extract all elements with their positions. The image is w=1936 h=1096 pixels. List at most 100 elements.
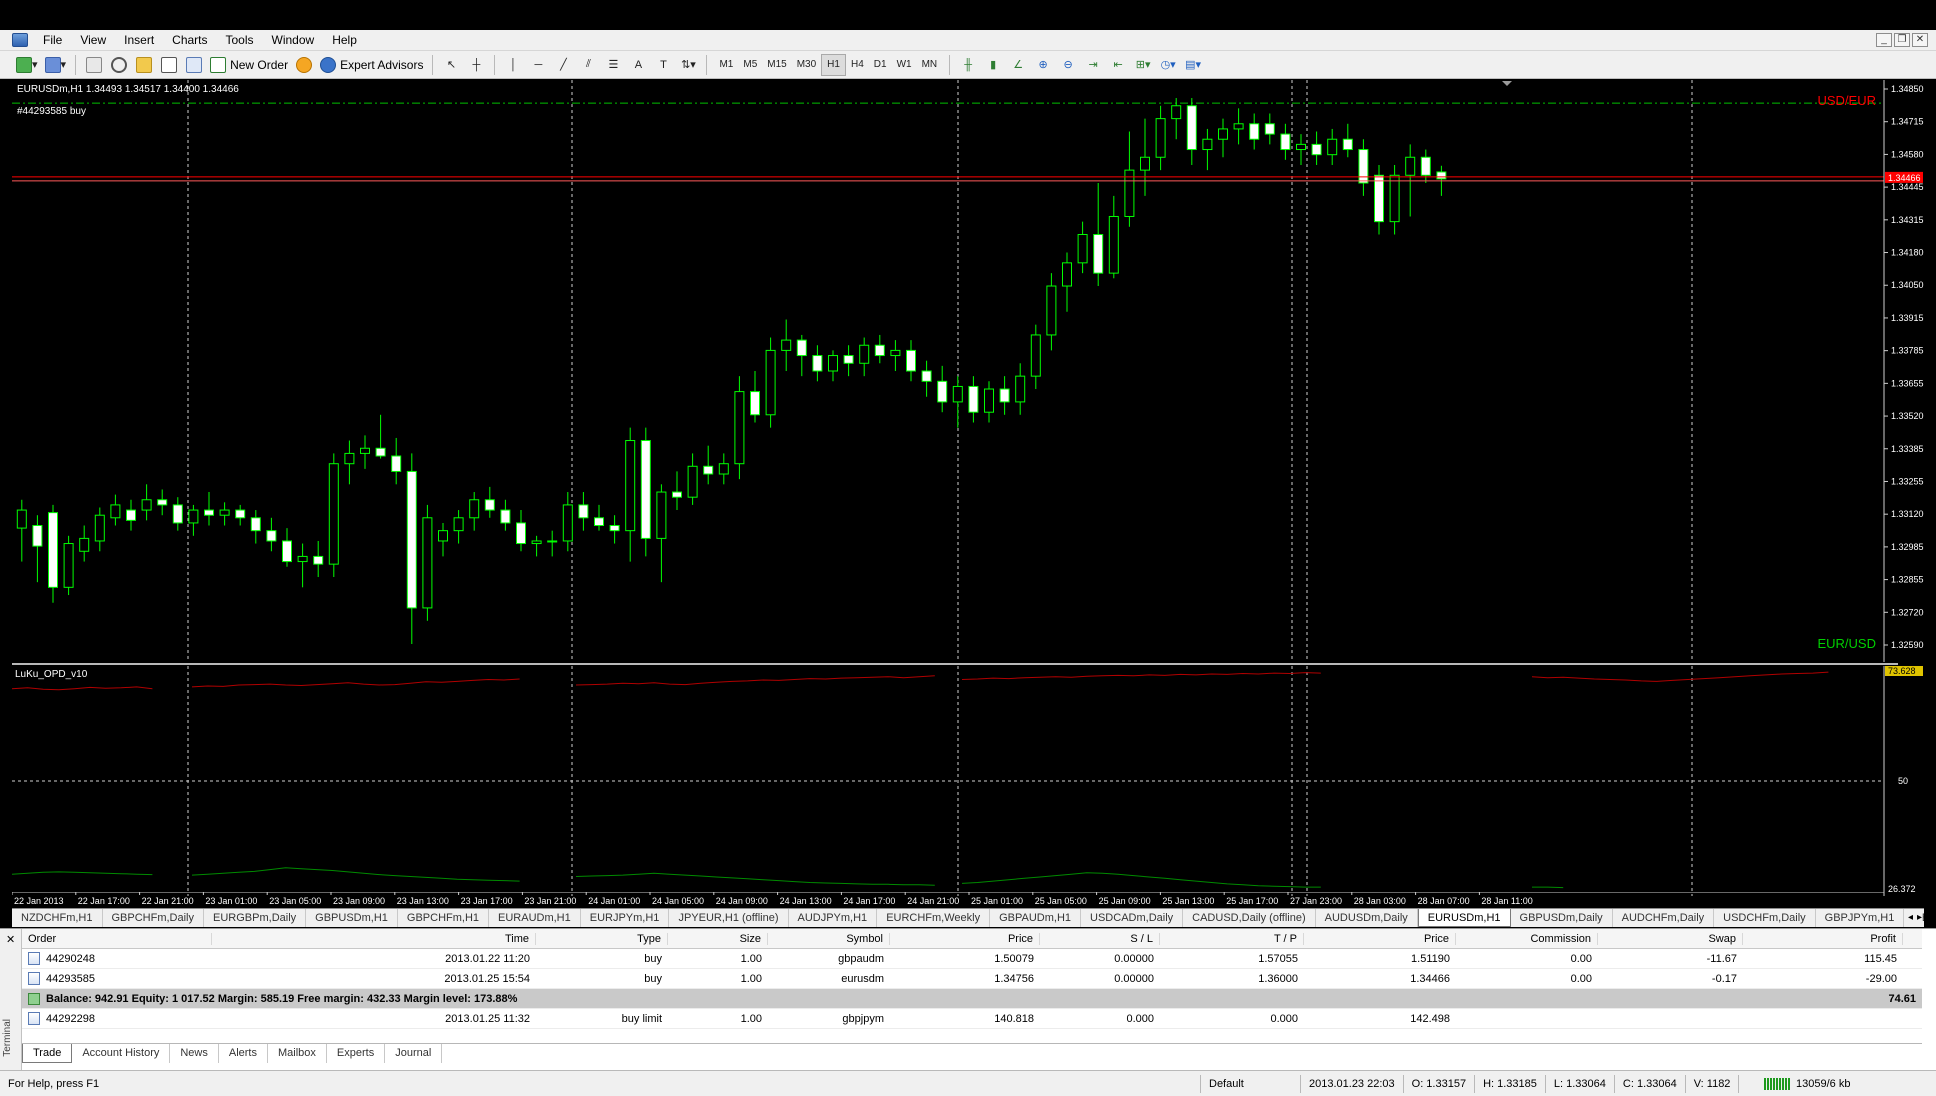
chart-tab[interactable]: EURUSDm,H1	[1417, 909, 1511, 927]
timeframe-h1[interactable]: H1	[821, 53, 846, 76]
horizontal-line-tool[interactable]: ─	[527, 54, 549, 76]
crosshair-tool[interactable]: ┼	[465, 54, 487, 76]
timeframe-m15[interactable]: M15	[762, 54, 791, 76]
expert-advisors-button[interactable]: Expert Advisors	[318, 54, 425, 76]
vertical-line-tool[interactable]: │	[502, 54, 524, 76]
col-current-price[interactable]: Price	[1304, 932, 1456, 945]
terminal-tab-alerts[interactable]: Alerts	[219, 1044, 268, 1063]
menu-file[interactable]: File	[34, 30, 71, 51]
chart-tab[interactable]: AUDJPYm,H1	[789, 909, 878, 927]
chart-tab[interactable]: GBPAUDm,H1	[990, 909, 1082, 927]
zoom-in-button[interactable]: ⊕	[1032, 54, 1054, 76]
chart-window[interactable]: 1.34850 1.34715 1.34580 1.34445 1.34315 1.341…	[12, 80, 1924, 906]
col-tp[interactable]: T / P	[1160, 932, 1304, 945]
chart-shift-button[interactable]: ⇤	[1107, 54, 1129, 76]
timeframe-mn[interactable]: MN	[917, 54, 943, 76]
timeframe-m1[interactable]: M1	[714, 54, 738, 76]
chart-tab[interactable]: AUDUSDm,Daily	[1316, 909, 1418, 927]
chart-tab[interactable]: AUDCHFm,Daily	[1613, 909, 1715, 927]
chart-shift-marker[interactable]	[1502, 81, 1512, 86]
templates-button[interactable]: ▤▾	[1182, 54, 1204, 76]
close-icon[interactable]: ✕	[1912, 33, 1928, 47]
col-swap[interactable]: Swap	[1598, 932, 1743, 945]
order-row[interactable]: 44290248 2013.01.22 11:20 buy 1.00 gbpau…	[22, 949, 1922, 969]
chart-tab[interactable]: USDCADm,Daily	[1081, 909, 1184, 927]
order-row[interactable]: 44293585 2013.01.25 15:54 buy 1.00 eurus…	[22, 969, 1922, 989]
indicator-panel[interactable]: LuKu_OPD_v10 73.6285026.372	[12, 666, 1924, 896]
terminal-tab-experts[interactable]: Experts	[327, 1044, 386, 1063]
text-tool[interactable]: A	[627, 54, 649, 76]
restore-icon[interactable]: ❐	[1894, 33, 1910, 47]
arrows-tool[interactable]: ⇅▾	[677, 54, 699, 76]
menu-insert[interactable]: Insert	[115, 30, 163, 51]
timeframe-w1[interactable]: W1	[892, 54, 917, 76]
text-label-tool[interactable]: T	[652, 54, 674, 76]
terminal-tab-trade[interactable]: Trade	[22, 1044, 73, 1063]
new-order-button[interactable]: New Order	[208, 54, 290, 76]
fibonacci-tool[interactable]: ☰	[602, 54, 624, 76]
col-sl[interactable]: S / L	[1040, 932, 1160, 945]
chart-tab[interactable]: GBPCHFm,Daily	[103, 909, 205, 927]
status-connection[interactable]: 13059/6 kb	[1738, 1074, 1858, 1093]
periods-button[interactable]: ◷▾	[1157, 54, 1179, 76]
chart-tab[interactable]: GBPUSDm,H1	[306, 909, 398, 927]
chart-tab[interactable]: CADUSD,Daily (offline)	[1183, 909, 1316, 927]
col-profit[interactable]: Profit	[1743, 932, 1903, 945]
timeframe-m5[interactable]: M5	[738, 54, 762, 76]
minimize-icon[interactable]: _	[1876, 33, 1892, 47]
terminal-close-icon[interactable]: ✕	[6, 933, 15, 946]
col-commission[interactable]: Commission	[1456, 932, 1598, 945]
col-size[interactable]: Size	[668, 932, 768, 945]
col-price[interactable]: Price	[890, 932, 1040, 945]
col-time[interactable]: Time	[212, 932, 536, 945]
status-profile[interactable]: Default	[1200, 1074, 1300, 1093]
data-window-button[interactable]	[108, 54, 130, 76]
zoom-out-button[interactable]: ⊖	[1057, 54, 1079, 76]
col-symbol[interactable]: Symbol	[768, 932, 890, 945]
terminal-tab-news[interactable]: News	[170, 1044, 219, 1063]
chart-tab[interactable]: GBPCHFm,H1	[398, 909, 490, 927]
app-icon[interactable]	[12, 33, 28, 47]
tab-scroll-right-icon[interactable]: ▸	[1917, 909, 1922, 927]
terminal-tab-account-history[interactable]: Account History	[72, 1044, 171, 1063]
menu-help[interactable]: Help	[323, 30, 366, 51]
chart-tab[interactable]: USDCHFm,Daily	[1714, 909, 1816, 927]
candlestick-button[interactable]: ▮	[982, 54, 1004, 76]
market-watch-button[interactable]	[83, 54, 105, 76]
col-order[interactable]: Order	[22, 932, 212, 945]
autoscroll-button[interactable]: ⇥	[1082, 54, 1104, 76]
bar-chart-button[interactable]: ╫	[957, 54, 979, 76]
chart-tab[interactable]: JPYEUR,H1 (offline)	[669, 909, 789, 927]
chart-tab[interactable]: GBPJPYm,H1	[1816, 909, 1905, 927]
channel-tool[interactable]: ⫽	[577, 54, 599, 76]
terminal-tab-mailbox[interactable]: Mailbox	[268, 1044, 327, 1063]
metaeditor-button[interactable]	[293, 54, 315, 76]
chart-tab[interactable]: EURJPYm,H1	[581, 909, 670, 927]
terminal-tab-journal[interactable]: Journal	[385, 1044, 443, 1063]
terminal-button[interactable]	[158, 54, 180, 76]
profiles-button[interactable]: ▾	[43, 54, 69, 76]
timeframe-d1[interactable]: D1	[869, 54, 892, 76]
trendline-tool[interactable]: ╱	[552, 54, 574, 76]
chart-tab[interactable]: EURCHFm,Weekly	[877, 909, 991, 927]
price-chart[interactable]: 1.34850 1.34715 1.34580 1.34445 1.34315 1.341…	[12, 80, 1924, 662]
indicators-button[interactable]: ⊞▾	[1132, 54, 1154, 76]
chart-tab[interactable]: EURGBPm,Daily	[204, 909, 307, 927]
tester-button[interactable]	[183, 54, 205, 76]
menu-window[interactable]: Window	[263, 30, 324, 51]
line-chart-button[interactable]: ∠	[1007, 54, 1029, 76]
menu-view[interactable]: View	[71, 30, 115, 51]
pending-order-row[interactable]: 44292298 2013.01.25 11:32 buy limit 1.00…	[22, 1009, 1922, 1029]
chart-tab[interactable]: GBPUSDm,Daily	[1511, 909, 1613, 927]
navigator-button[interactable]	[133, 54, 155, 76]
panel-separator[interactable]	[12, 663, 1898, 665]
col-type[interactable]: Type	[536, 932, 668, 945]
cursor-tool[interactable]: ↖	[440, 54, 462, 76]
timeframe-h4[interactable]: H4	[846, 54, 869, 76]
chart-tab[interactable]: EURAUDm,H1	[489, 909, 581, 927]
new-chart-button[interactable]: ▾	[14, 54, 40, 76]
timeframe-m30[interactable]: M30	[792, 54, 821, 76]
menu-tools[interactable]: Tools	[217, 30, 263, 51]
tab-scroll-left-icon[interactable]: ◂	[1908, 909, 1913, 927]
menu-charts[interactable]: Charts	[163, 30, 216, 51]
